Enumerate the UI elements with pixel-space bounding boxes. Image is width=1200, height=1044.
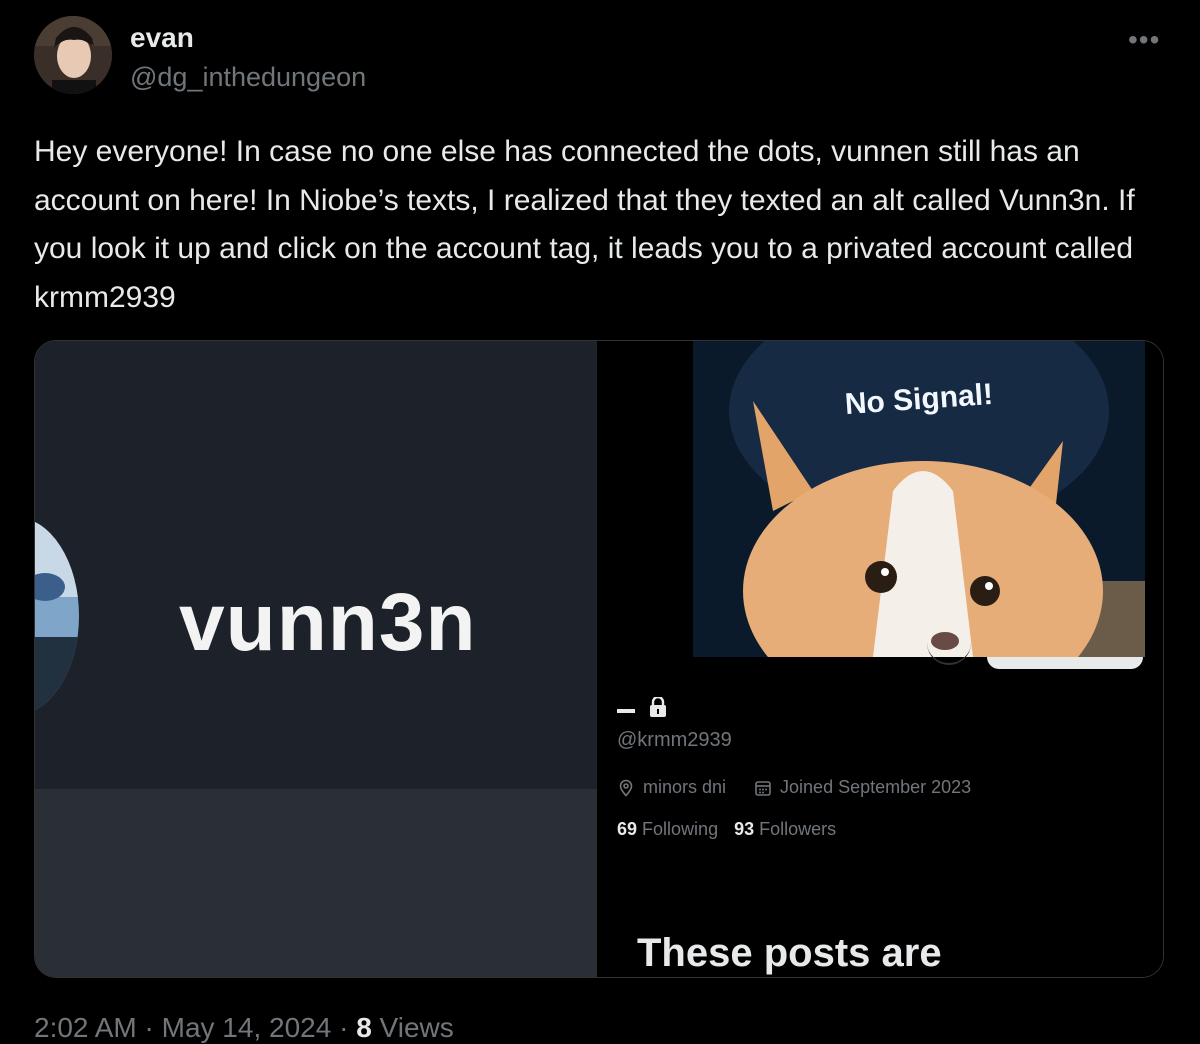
media-image-right[interactable]: No Signal! @krmm2939 minors dni Joined S… — [597, 341, 1163, 977]
profile-handle: @krmm2939 — [617, 729, 732, 751]
left-image-lower-area — [35, 789, 597, 977]
profile-joined-date: Joined September 2023 — [780, 777, 972, 797]
tweet-footer: 2:02 AM · May 14, 2024 · 8 Views — [34, 1012, 454, 1044]
partial-avatar-image — [35, 517, 99, 715]
footer-separator-2: · — [339, 1012, 349, 1043]
tweet-text: Hey everyone! In case no one else has co… — [34, 135, 1135, 314]
author-avatar[interactable] — [34, 16, 112, 94]
footer-separator: · — [144, 1012, 154, 1043]
author-handle[interactable]: @dg_inthedungeon — [130, 62, 366, 93]
profile-name — [617, 709, 635, 713]
profile-location: minors dni — [643, 777, 727, 797]
username-text: vunn3n — [179, 577, 477, 668]
calendar-icon — [755, 780, 771, 796]
profile-banner-image: No Signal! — [693, 341, 1145, 657]
profile-meta-row: minors dni Joined September 2023 — [617, 777, 971, 798]
tweet-media[interactable]: vunn3n No Signal! @krmm2939 minors dni J… — [34, 340, 1164, 978]
tweet-time[interactable]: 2:02 AM — [34, 1012, 137, 1043]
profile-name-row — [617, 693, 667, 717]
followers-link[interactable]: 93 Followers — [734, 819, 836, 840]
profile-follow-stats: 69 Following 93 Followers — [617, 819, 836, 840]
author-display-name[interactable]: evan — [130, 22, 194, 54]
lock-icon — [650, 697, 666, 717]
following-link[interactable]: 69 Following — [617, 819, 718, 840]
profile-avatar-edge — [927, 641, 971, 665]
more-options-icon[interactable]: ••• — [1128, 24, 1160, 56]
views-label: Views — [379, 1012, 454, 1043]
tweet-date[interactable]: May 14, 2024 — [162, 1012, 332, 1043]
follow-button-edge[interactable] — [987, 657, 1143, 669]
views-count: 8 — [356, 1012, 372, 1043]
protected-posts-notice: These posts are — [637, 931, 942, 975]
left-image-dark-area — [35, 341, 597, 789]
media-image-left[interactable]: vunn3n — [35, 341, 597, 977]
location-pin-icon — [619, 779, 633, 797]
